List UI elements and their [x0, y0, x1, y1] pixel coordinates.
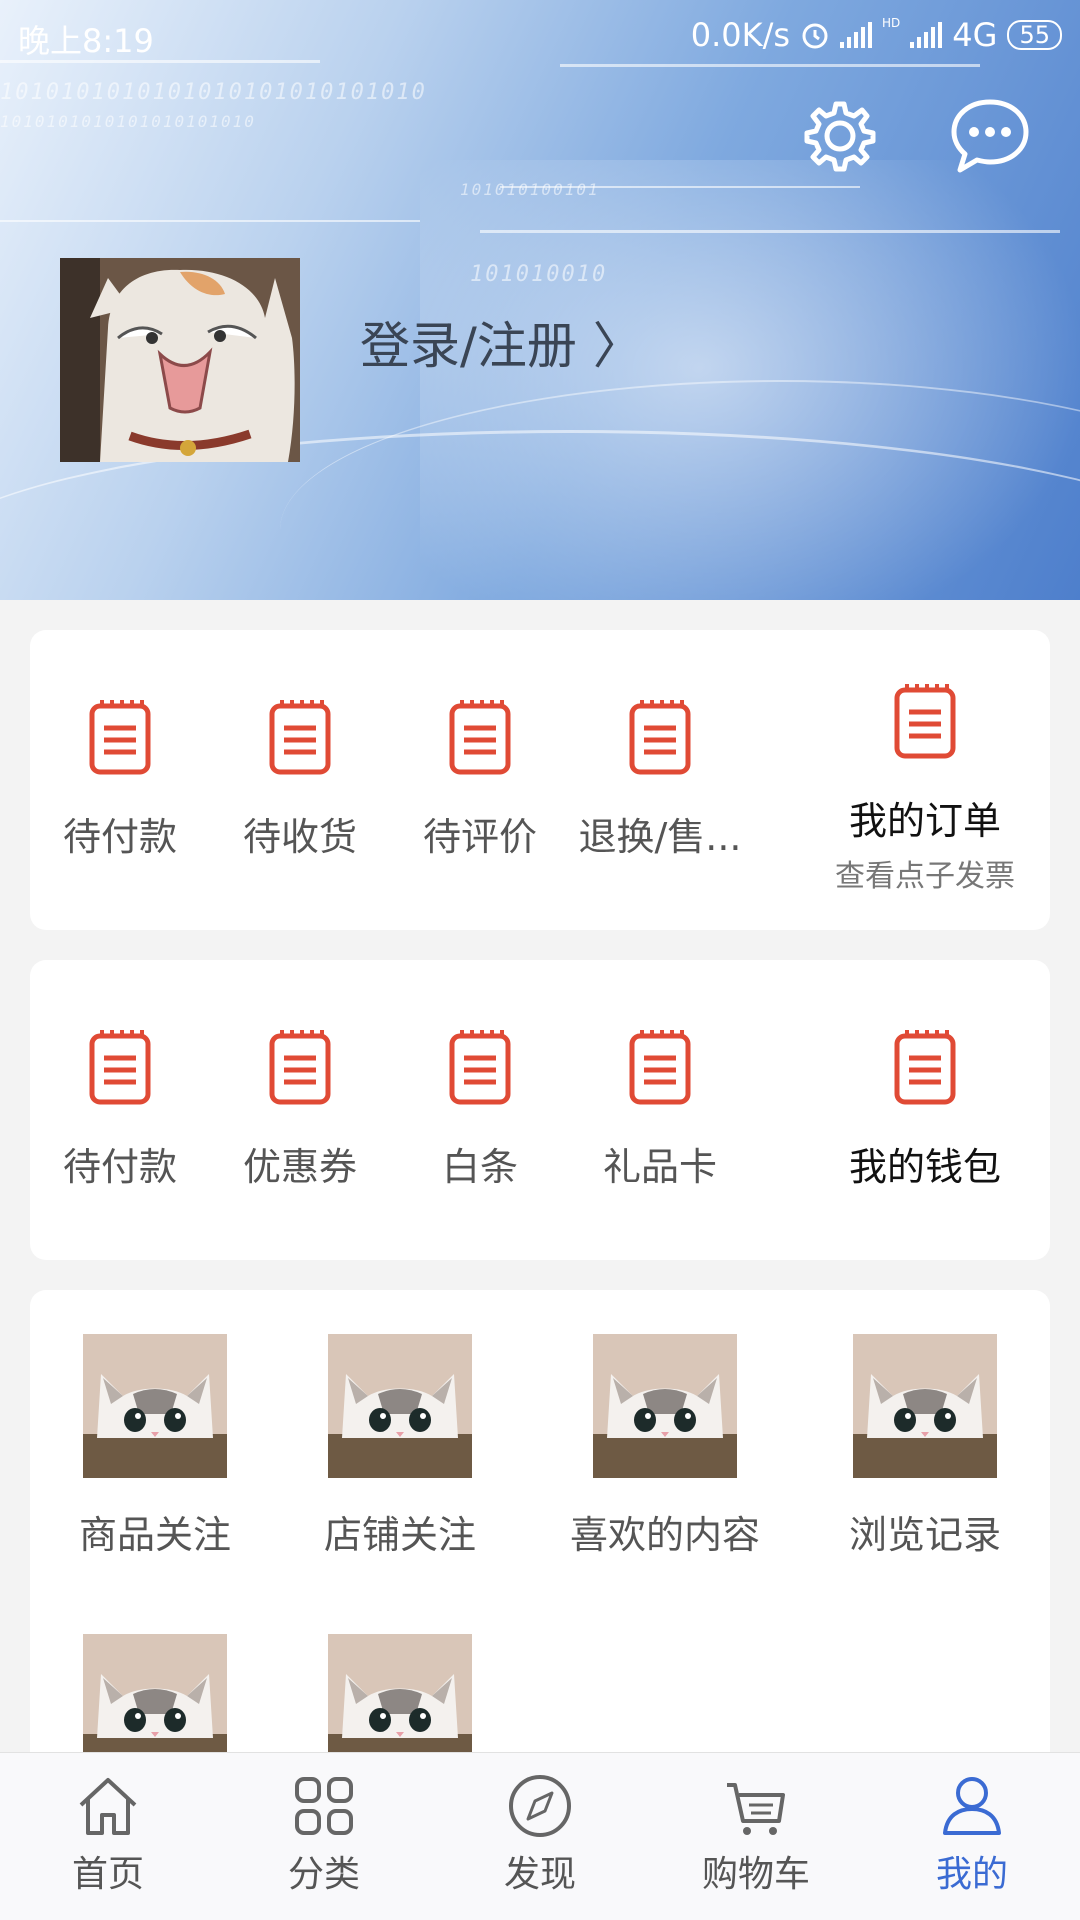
wallet-gift-card[interactable]: 礼品卡	[570, 1028, 750, 1191]
follow-item[interactable]	[50, 1634, 260, 1770]
tab-mine[interactable]: 我的	[864, 1771, 1080, 1897]
wallet-coupons[interactable]: 优惠券	[210, 1028, 390, 1191]
grid-icon	[295, 1777, 353, 1835]
wallet-baitiao[interactable]: 白条	[390, 1028, 570, 1191]
order-label: 待付款	[62, 815, 177, 859]
follows-card: 商品关注 店铺关注 喜欢的内容 浏览记录	[30, 1290, 1050, 1770]
browse-history[interactable]: 浏览记录	[820, 1334, 1030, 1559]
order-pending-review[interactable]: 待评价	[390, 698, 570, 861]
person-icon	[943, 1777, 1001, 1835]
clipboard-icon	[629, 1030, 691, 1105]
binary-text: 101010100101	[460, 180, 600, 199]
avatar[interactable]	[60, 258, 300, 462]
status-bar: 晚上8:19 0.0K/s HD 4G 55	[0, 0, 1080, 72]
binary-text: 101010010	[470, 262, 608, 287]
battery-indicator: 55	[1007, 20, 1062, 50]
clipboard-icon	[269, 700, 331, 775]
profile-header: 1010101010101010101010101010 10101010101…	[0, 0, 1080, 600]
view-invoice-label: 查看点子发票	[835, 859, 1015, 894]
clipboard-icon	[89, 700, 151, 775]
header-wave	[280, 380, 1080, 600]
status-time: 晚上8:19	[18, 22, 154, 60]
network-type: 4G	[952, 16, 998, 54]
tab-cart[interactable]: 购物车	[648, 1771, 864, 1897]
clipboard-icon	[449, 700, 511, 775]
follow-label: 喜欢的内容	[569, 1513, 760, 1557]
wallet-label: 待付款	[62, 1145, 177, 1189]
signal-icon	[840, 22, 873, 48]
bottom-tab-bar: 首页 分类 发现 购物车 我的	[0, 1752, 1080, 1920]
clipboard-icon	[89, 1030, 151, 1105]
my-wallet-label: 我的钱包	[848, 1145, 1001, 1189]
tab-discover[interactable]: 发现	[432, 1771, 648, 1897]
tab-label: 首页	[71, 1854, 144, 1895]
order-after-sales[interactable]: 退换/售...	[570, 698, 750, 861]
avatar-image	[60, 258, 300, 462]
binary-text: 1010101010101010101010101010	[0, 80, 427, 105]
follow-item[interactable]	[295, 1634, 505, 1770]
my-orders-label: 我的订单	[848, 799, 1001, 843]
clipboard-icon	[449, 1030, 511, 1105]
cat-thumbnail	[328, 1334, 472, 1478]
order-pending-payment[interactable]: 待付款	[30, 698, 210, 861]
cat-thumbnail	[83, 1634, 227, 1770]
binary-text: 1010101010101010101010	[0, 112, 256, 131]
chat-bubble-icon	[951, 99, 1029, 173]
follow-products[interactable]: 商品关注	[50, 1334, 260, 1559]
cart-icon	[727, 1783, 785, 1835]
follow-label: 浏览记录	[848, 1513, 1001, 1557]
header-line	[480, 230, 1060, 233]
wallet-label: 白条	[441, 1145, 518, 1189]
header-line	[0, 220, 420, 222]
clipboard-icon	[894, 684, 956, 759]
cat-thumbnail	[853, 1334, 997, 1478]
tab-category[interactable]: 分类	[216, 1771, 432, 1897]
home-icon	[79, 1778, 137, 1835]
clipboard-icon	[629, 700, 691, 775]
alarm-icon	[802, 23, 828, 49]
settings-button[interactable]	[800, 96, 880, 176]
wallet-label: 礼品卡	[602, 1145, 717, 1189]
wallet-card: 待付款 优惠券 白条 礼品卡 我的钱包	[30, 960, 1050, 1260]
follow-label: 店铺关注	[323, 1513, 476, 1557]
follow-label: 商品关注	[78, 1513, 231, 1557]
cat-thumbnail	[328, 1634, 472, 1770]
clipboard-icon	[269, 1030, 331, 1105]
tab-label: 分类	[287, 1854, 360, 1895]
tab-home[interactable]: 首页	[0, 1771, 216, 1897]
liked-content[interactable]: 喜欢的内容	[545, 1334, 785, 1559]
compass-icon	[509, 1775, 571, 1837]
order-pending-receipt[interactable]: 待收货	[210, 698, 390, 861]
order-label: 待收货	[242, 815, 357, 859]
follow-shops[interactable]: 店铺关注	[295, 1334, 505, 1559]
cat-thumbnail	[83, 1334, 227, 1478]
hd-label: HD	[882, 16, 901, 30]
clipboard-icon	[894, 1030, 956, 1105]
tab-label: 购物车	[701, 1854, 810, 1895]
my-orders-button[interactable]: 我的订单 查看点子发票	[810, 682, 1040, 895]
order-label: 退换/售...	[578, 815, 742, 859]
network-speed: 0.0K/s	[690, 16, 791, 54]
order-label: 待评价	[422, 815, 537, 859]
signal-icon	[910, 22, 943, 48]
orders-card: 待付款 待收货 待评价 退换/售... 我的订单 查看点子发票	[30, 630, 1050, 930]
wallet-label: 优惠券	[242, 1145, 357, 1189]
message-button[interactable]	[948, 94, 1032, 178]
tab-label: 我的	[935, 1854, 1008, 1895]
tab-label: 发现	[503, 1854, 576, 1895]
cat-thumbnail	[593, 1334, 737, 1478]
my-wallet-button[interactable]: 我的钱包	[810, 1028, 1040, 1191]
gear-icon	[804, 101, 876, 172]
login-register-link[interactable]: 登录/注册 〉	[360, 306, 643, 378]
wallet-pending-payment[interactable]: 待付款	[30, 1028, 210, 1191]
